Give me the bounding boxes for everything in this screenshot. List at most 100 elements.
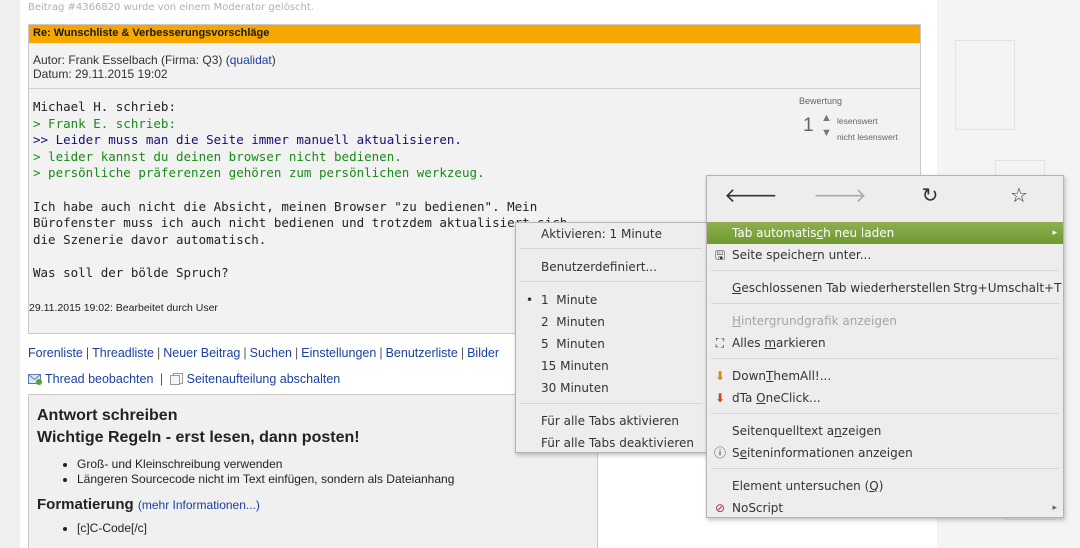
submenu-all-on[interactable]: Für alle Tabs aktivieren [516,410,706,432]
vote-down-label[interactable]: nicht lesenswert [837,132,898,142]
post-line: > leider kannst du deinen browser nicht … [33,148,402,164]
post-date: Datum: 29.11.2015 19:02 [33,67,168,81]
submenu-interval[interactable]: • 1 Minute [516,289,706,311]
split-view-icon [169,373,184,385]
separator: | [85,346,90,360]
submenu-arrow-icon: ▸ [1052,503,1057,513]
noscript-icon: ⊘ [714,501,726,515]
menu-page-info[interactable]: ⓘ Seiteninformationen anzeigen [707,442,1063,464]
split-view-link[interactable]: Seitenaufteilung abschalten [187,372,341,386]
nav-link[interactable]: Einstellungen [301,346,376,360]
auto-reload-submenu: Aktivieren: 1 Minute Benutzerdefiniert..… [515,222,707,453]
submenu-activate[interactable]: Aktivieren: 1 Minute [516,223,706,245]
separator: | [295,346,299,360]
post-title: Re: Wunschliste & Verbesserungsvorschläg… [29,25,920,43]
post-author: Autor: Frank Esselbach (Firma: Q3) (qual… [33,53,916,67]
menu-dta-oneclick[interactable]: ⬇ dTa OneClick... [707,387,1063,409]
menu-noscript[interactable]: ⊘ NoScript ▸ [707,497,1063,519]
page-info-label: Seiteninformationen anzeigen [732,446,913,460]
author-company-link[interactable]: qualidat [230,53,272,67]
menu-restore-tab[interactable]: Geschlossenen Tab wiederherstellen Strg+… [707,277,1063,299]
nav-link[interactable]: Neuer Beitrag [163,346,240,360]
separator: | [379,346,383,360]
separator: | [460,346,465,360]
menu-separator [711,303,1059,304]
info-icon: ⓘ [713,446,726,460]
watch-thread-icon [28,373,42,385]
nav-link[interactable]: Bilder [467,346,499,360]
dta-oneclick-label: dTa OneClick... [732,391,821,405]
menu-save-page[interactable]: 🖫 Seite speichern unter... [707,244,1063,266]
menu-view-source[interactable]: Seitenquelltext anzeigen [707,420,1063,442]
rules-heading: Wichtige Regeln - erst lesen, dann poste… [37,429,360,446]
separator: | [243,346,247,360]
downthemall-icon: ⬇ [714,369,726,383]
submenu-interval[interactable]: 30 Minuten [516,377,706,399]
interval-label: 30 Minuten [541,381,609,395]
menu-inspect[interactable]: Element untersuchen (Q) [707,475,1063,497]
deleted-post-note: Beitrag #4366820 wurde von einem Moderat… [28,2,314,13]
menu-separator [711,270,1059,271]
edit-note: 29.11.2015 19:02: Bearbeitet durch User [29,302,218,314]
menu-background-image: Hintergrundgrafik anzeigen [732,314,897,328]
interval-label: 5 Minuten [541,337,605,351]
context-menu: 🡐 🡒 ↻ ☆ Tab automatisch neu laden ▸ 🖫 Se… [706,175,1064,518]
back-icon[interactable]: 🡐 [721,181,781,209]
restore-tab-shortcut: Strg+Umschalt+T [953,281,1062,295]
menu-auto-reload[interactable]: Tab automatisch neu laden ▸ [707,222,1063,244]
vote-up-icon[interactable]: ▲ [821,112,832,124]
menu-separator [520,403,702,404]
select-all-icon: ⛶ [715,336,725,350]
menu-select-all[interactable]: ⛶ Alles markieren [707,332,1063,354]
thread-actions: Thread beobachten | Seitenaufteilung abs… [28,372,340,386]
interval-label: 15 Minuten [541,359,609,373]
reply-panel: Antwort schreiben Wichtige Regeln - erst… [28,394,598,548]
menu-separator [520,248,702,249]
nav-link[interactable]: Forenliste [28,346,83,360]
save-page-icon: 🖫 [714,248,726,262]
bookmark-star-icon[interactable]: ☆ [989,181,1049,209]
submenu-interval[interactable]: 2 Minuten [516,311,706,333]
interval-label: 1 Minute [541,293,598,307]
menu-downthemall[interactable]: ⬇ DownThemAll!... [707,365,1063,387]
forum-nav-links: Forenliste | Threadliste | Neuer Beitrag | Suc… [28,346,499,360]
forward-icon: 🡒 [813,183,867,207]
menu-separator [520,281,702,282]
dta-oneclick-icon: ⬇ [714,391,726,405]
selected-bullet-icon: • [526,293,534,307]
list-item: [c]C-Code[/c] [77,521,589,536]
format-list: [c]C-Code[/c] [77,521,589,536]
nav-link[interactable]: Threadliste [92,346,154,360]
format-info-link[interactable]: (mehr Informationen...) [138,498,260,512]
format-heading-text: Formatierung [37,496,134,513]
author-text: Autor: Frank Esselbach (Firma: Q3) ( [33,53,230,67]
rules-list: Groß- und Kleinschreibung verwendenLänge… [77,457,589,486]
restore-tab-label: Geschlossenen Tab wiederherstellen [732,281,951,295]
vote-down-icon[interactable]: ▼ [821,127,832,139]
watch-thread-link[interactable]: Thread beobachten [45,372,153,386]
format-heading: Formatierung (mehr Informationen...) [37,496,589,513]
nav-link[interactable]: Benutzerliste [386,346,458,360]
rating-score: 1 [803,115,814,136]
reply-heading: Antwort schreiben [37,407,178,424]
submenu-interval[interactable]: 15 Minuten [516,355,706,377]
menu-separator [711,468,1059,469]
rating-widget: Bewertung 1 ▲ ▼ lesenswert nicht lesensw… [799,96,898,142]
downthemall-label: DownThemAll!... [732,369,832,383]
reload-icon[interactable]: ↻ [900,181,960,209]
submenu-interval[interactable]: 5 Minuten [516,333,706,355]
vote-up-label[interactable]: lesenswert [837,116,878,126]
auto-reload-label: Tab automatisch neu laden [732,226,895,240]
interval-label: 2 Minuten [541,315,605,329]
post-meta: Autor: Frank Esselbach (Firma: Q3) (qual… [29,43,920,89]
separator: | [159,372,164,386]
context-nav-bar: 🡐 🡒 ↻ ☆ [707,176,1063,214]
separator: | [156,346,161,360]
nav-link[interactable]: Suchen [250,346,292,360]
submenu-arrow-icon: ▸ [1052,228,1057,238]
rating-label: Bewertung [799,96,843,106]
noscript-label: NoScript [732,501,784,515]
submenu-custom[interactable]: Benutzerdefiniert... [516,256,706,278]
author-suffix: ) [271,53,276,67]
submenu-all-off[interactable]: Für alle Tabs deaktivieren [516,432,706,454]
